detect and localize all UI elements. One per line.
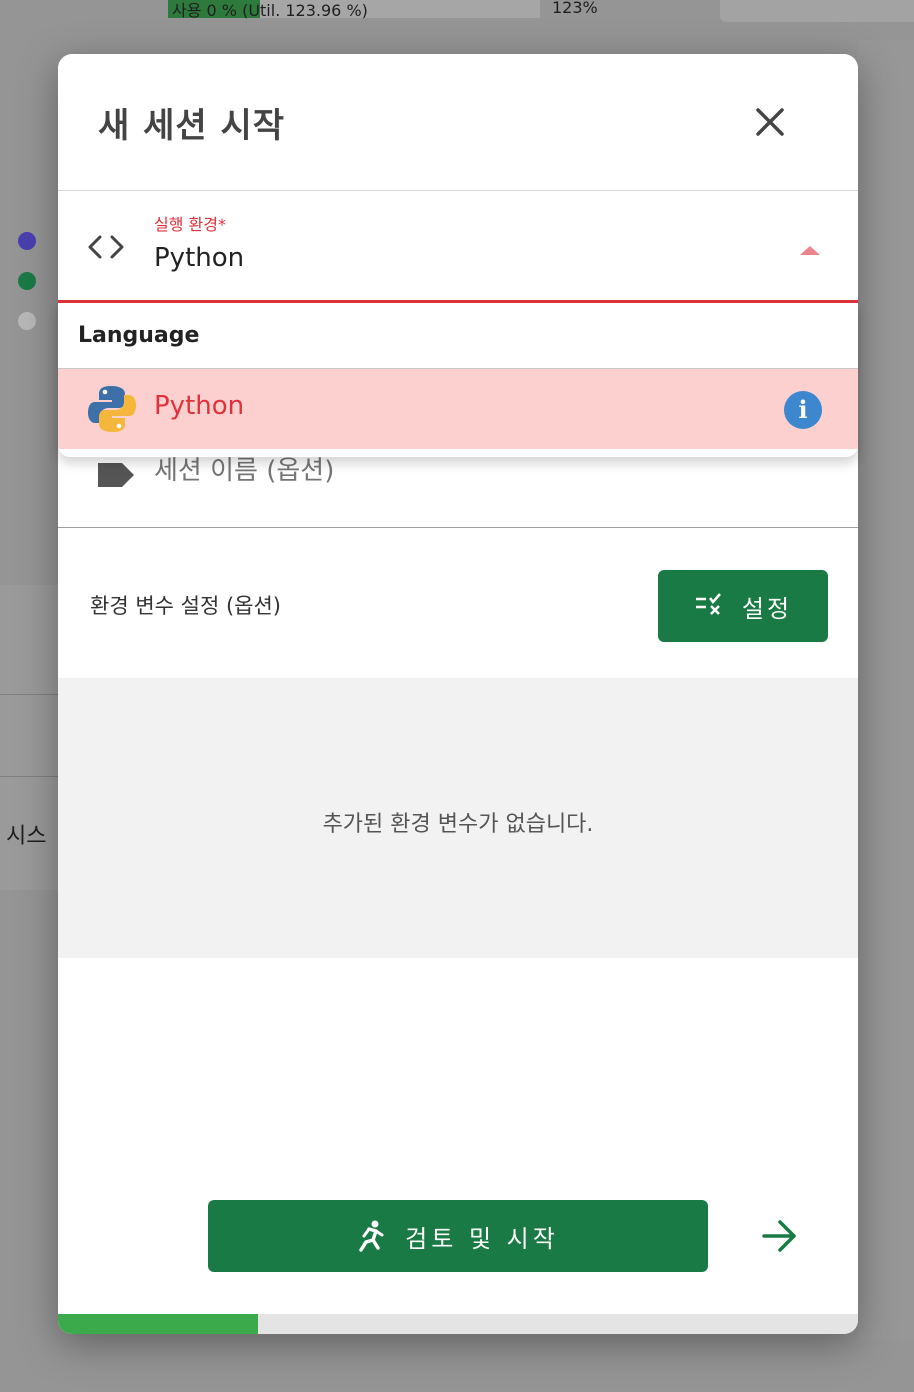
legend-dot-icon xyxy=(18,231,36,250)
next-button[interactable] xyxy=(758,1216,802,1256)
legend-dot-icon xyxy=(18,271,36,290)
background-percent: 123% xyxy=(552,0,598,17)
environment-dropdown: Language Python i xyxy=(58,303,858,457)
dialog-header: 새 세션 시작 xyxy=(58,54,858,191)
checklist-icon xyxy=(695,593,721,615)
env-vars-setting-button[interactable]: 설정 xyxy=(658,570,828,642)
caret-up-icon[interactable] xyxy=(800,246,820,255)
dropdown-group-label: Language xyxy=(78,323,200,348)
step-progress-bar xyxy=(58,1314,858,1334)
dropdown-item-label: Python xyxy=(154,391,245,421)
env-vars-empty-text: 추가된 환경 변수가 없습니다. xyxy=(322,812,594,837)
new-session-dialog: 새 세션 시작 실행 환경* Python 환경 변수 설정 (옵션) xyxy=(58,54,858,1334)
python-logo-icon xyxy=(88,386,136,432)
environment-value: Python xyxy=(154,243,245,273)
close-button[interactable] xyxy=(746,98,794,146)
background-card xyxy=(720,0,914,22)
running-person-icon xyxy=(359,1220,384,1252)
background-legend-item xyxy=(18,230,58,250)
info-icon[interactable]: i xyxy=(784,391,822,429)
background-divider xyxy=(0,694,60,695)
legend-dot-icon xyxy=(18,311,36,330)
review-and-start-label: 검토 및 시작 xyxy=(405,1224,559,1253)
background-right-panel xyxy=(858,40,914,1340)
env-vars-setting-label: 설정 xyxy=(741,594,793,623)
env-vars-list: 추가된 환경 변수가 없습니다. xyxy=(58,678,858,958)
step-progress-fill xyxy=(58,1314,258,1334)
background-legend-item xyxy=(18,270,58,290)
arrow-right-icon xyxy=(762,1220,796,1252)
background-usage-text: 사용 0 % (Util. 123.96 %) xyxy=(172,1,368,20)
close-icon xyxy=(756,108,784,136)
tag-icon xyxy=(98,463,134,487)
session-name-row xyxy=(58,449,858,528)
environment-label: 실행 환경* xyxy=(154,215,226,234)
background-side-text: 시스 xyxy=(6,824,47,849)
review-and-start-button[interactable]: 검토 및 시작 xyxy=(208,1200,708,1272)
background-legend-item xyxy=(18,310,58,330)
environment-select[interactable]: 실행 환경* Python xyxy=(58,191,858,301)
env-vars-label: 환경 변수 설정 (옵션) xyxy=(90,594,281,618)
dialog-title: 새 세션 시작 xyxy=(98,106,286,146)
background-divider xyxy=(0,776,60,777)
code-icon xyxy=(88,235,124,259)
dropdown-item-python[interactable]: Python i xyxy=(58,369,858,449)
